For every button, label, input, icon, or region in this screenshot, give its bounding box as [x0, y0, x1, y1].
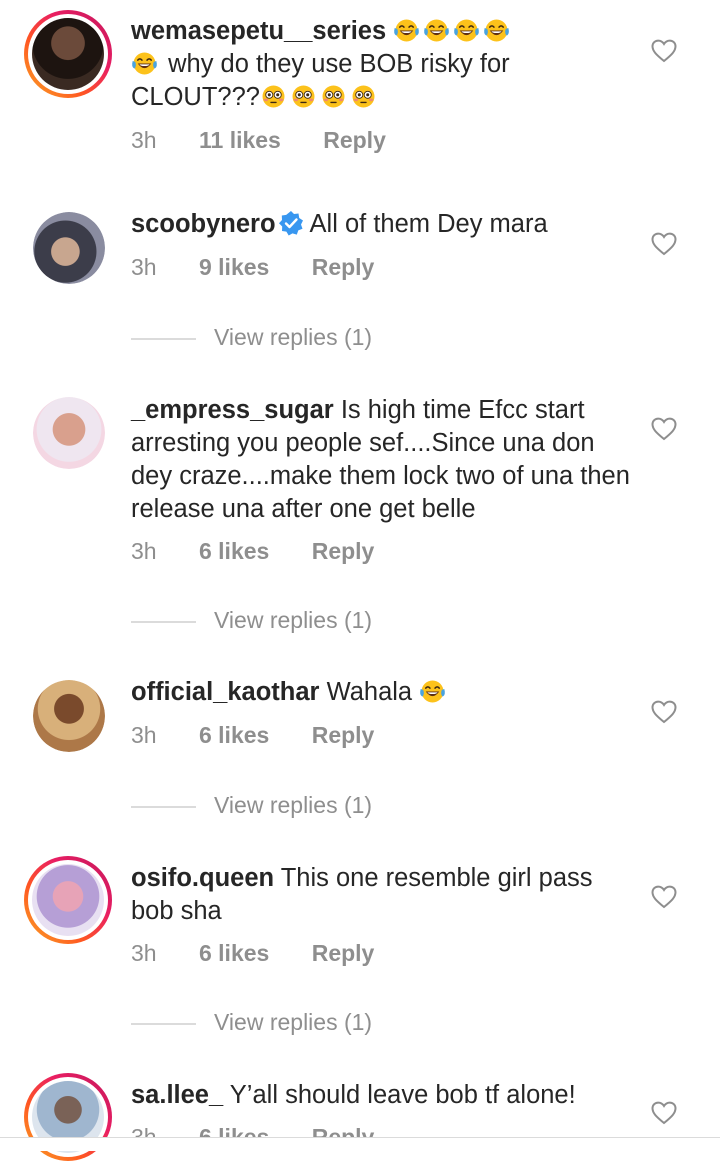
comment-text: _empress_sugar Is high time Efcc start a…	[131, 394, 631, 526]
avatar[interactable]	[24, 10, 112, 98]
username[interactable]: official_kaothar	[131, 678, 319, 706]
comment-meta: 3h 6 likes Reply	[131, 940, 410, 967]
heart-outline-icon[interactable]	[651, 417, 677, 441]
flushed-face-emoji	[350, 83, 377, 110]
divider	[131, 337, 196, 340]
avatar-photo	[32, 18, 104, 90]
divider	[131, 1022, 196, 1025]
username[interactable]: _empress_sugar	[131, 396, 334, 424]
avatar[interactable]	[33, 397, 105, 469]
heart-outline-icon[interactable]	[651, 700, 677, 724]
tears-of-joy-emoji	[423, 17, 450, 44]
timestamp: 3h	[131, 940, 157, 966]
avatar-photo	[33, 212, 105, 284]
reply-button[interactable]: Reply	[312, 940, 375, 967]
avatar-photo	[33, 397, 105, 469]
divider	[131, 620, 196, 623]
flushed-face-emoji	[290, 83, 317, 110]
timestamp: 3h	[131, 127, 157, 153]
heart-outline-icon[interactable]	[651, 1101, 677, 1125]
divider	[131, 805, 196, 808]
likes-count[interactable]: 6 likes	[199, 538, 269, 565]
comment-body: Y’all should leave bob tf alone!	[229, 1081, 576, 1109]
view-replies-label: View replies (1)	[214, 324, 373, 350]
comment-body: Wahala	[326, 678, 413, 706]
view-replies-label: View replies (1)	[214, 792, 373, 818]
tears-of-joy-emoji	[131, 50, 158, 77]
comment-body: All of them Dey mara	[309, 210, 548, 238]
view-replies-button[interactable]: View replies (1)	[131, 607, 372, 634]
verified-badge-icon	[278, 211, 303, 236]
comment-meta: 3h 6 likes Reply	[131, 722, 410, 749]
timestamp: 3h	[131, 538, 157, 564]
timestamp: 3h	[131, 722, 157, 748]
view-replies-button[interactable]: View replies (1)	[131, 324, 372, 351]
flushed-face-emoji	[320, 83, 347, 110]
tears-of-joy-emoji	[393, 17, 420, 44]
likes-count[interactable]: 9 likes	[199, 254, 269, 281]
avatar-photo	[33, 680, 105, 752]
comment-text: osifo.queen This one resemble girl pass …	[131, 862, 631, 928]
comment-text: scoobynero All of them Dey mara	[131, 208, 631, 241]
comment-meta: 3h 6 likes Reply	[131, 538, 410, 565]
view-replies-label: View replies (1)	[214, 607, 373, 633]
avatar[interactable]	[24, 856, 112, 944]
reply-button[interactable]: Reply	[323, 127, 386, 154]
username[interactable]: scoobynero	[131, 210, 276, 238]
avatar[interactable]	[33, 680, 105, 752]
timestamp: 3h	[131, 254, 157, 280]
username[interactable]: sa.llee_	[131, 1081, 223, 1109]
likes-count[interactable]: 11 likes	[199, 127, 281, 154]
comment-meta: 3h 11 likes Reply	[131, 127, 422, 154]
heart-outline-icon[interactable]	[651, 232, 677, 256]
avatar[interactable]	[33, 212, 105, 284]
comment-text: official_kaothar Wahala	[131, 676, 631, 709]
heart-outline-icon[interactable]	[651, 885, 677, 909]
heart-outline-icon[interactable]	[651, 39, 677, 63]
tears-of-joy-emoji	[419, 678, 446, 705]
flushed-face-emoji	[260, 83, 287, 110]
reply-button[interactable]: Reply	[312, 254, 375, 281]
reply-button[interactable]: Reply	[312, 722, 375, 749]
avatar-photo	[32, 864, 104, 936]
username[interactable]: osifo.queen	[131, 864, 274, 892]
comment-text: wemasepetu__series why do they use BOB r…	[131, 15, 631, 114]
comment-text: sa.llee_ Y’all should leave bob tf alone…	[131, 1079, 631, 1112]
view-replies-button[interactable]: View replies (1)	[131, 792, 372, 819]
view-replies-label: View replies (1)	[214, 1009, 373, 1035]
username[interactable]: wemasepetu__series	[131, 17, 386, 45]
tears-of-joy-emoji	[483, 17, 510, 44]
reply-button[interactable]: Reply	[312, 538, 375, 565]
view-replies-button[interactable]: View replies (1)	[131, 1009, 372, 1036]
likes-count[interactable]: 6 likes	[199, 940, 269, 967]
tears-of-joy-emoji	[453, 17, 480, 44]
bottom-bar	[0, 1137, 720, 1151]
likes-count[interactable]: 6 likes	[199, 722, 269, 749]
comment-meta: 3h 9 likes Reply	[131, 254, 410, 281]
